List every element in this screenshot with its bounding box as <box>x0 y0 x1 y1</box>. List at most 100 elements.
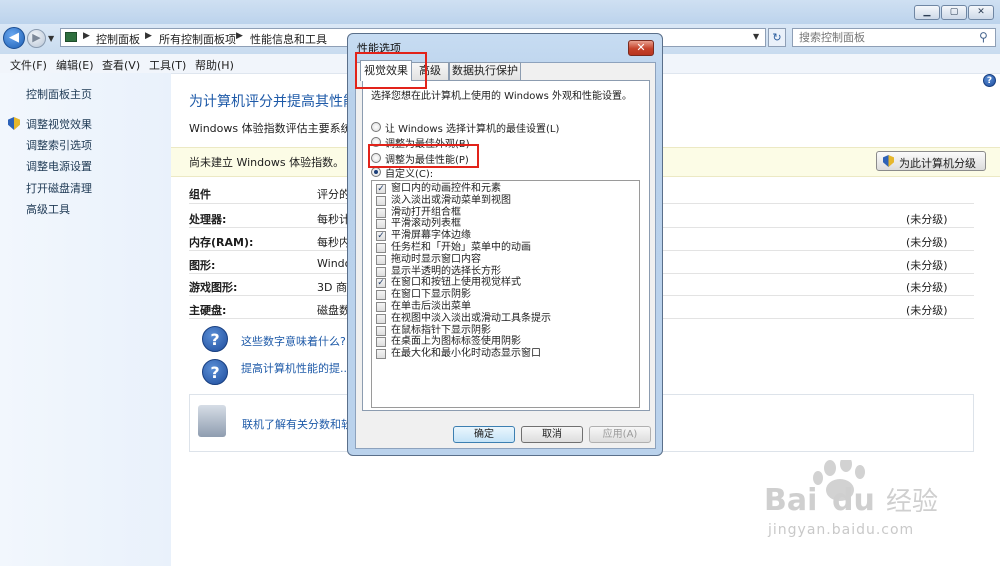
row-score-hdd: (未分级) <box>906 304 948 317</box>
option-label: 在最大化和最小化时动态显示窗口 <box>391 348 541 360</box>
option-label: 在视图中淡入淡出或滑动工具条提示 <box>391 312 551 324</box>
breadcrumb-separator-icon: ▶ <box>83 31 90 41</box>
help-icon[interactable]: ? <box>983 74 996 87</box>
menu-file[interactable]: 文件(F) <box>10 57 47 73</box>
address-dropdown-icon[interactable]: ▼ <box>753 32 759 41</box>
option-checkbox[interactable] <box>376 349 386 360</box>
sidebar-item-indexing[interactable]: 调整索引选项 <box>26 137 92 153</box>
option-checkbox[interactable] <box>376 313 386 324</box>
highlight-box <box>355 52 427 89</box>
option-checkbox[interactable] <box>376 219 386 230</box>
option-checkbox[interactable] <box>376 207 386 218</box>
option-label: 平滑滚动列表框 <box>391 218 461 230</box>
option-checkbox[interactable] <box>376 243 386 253</box>
shield-icon <box>883 155 894 167</box>
page-description: Windows 体验指数评估主要系统组 <box>189 122 363 135</box>
sidebar-item-disk-cleanup[interactable]: 打开磁盘清理 <box>26 180 92 196</box>
option-checkbox[interactable] <box>376 325 386 336</box>
option-checkbox[interactable]: ✓ <box>376 184 386 194</box>
online-link[interactable]: 联机了解有关分数和软件 <box>242 416 363 432</box>
option-label: 窗口内的动画控件和元素 <box>391 183 501 194</box>
row-label-cpu: 处理器: <box>189 213 227 226</box>
rate-button-label: 为此计算机分级 <box>899 157 976 170</box>
control-panel-icon <box>65 32 77 42</box>
highlight-box <box>368 144 479 168</box>
ok-button[interactable]: 确定 <box>453 426 515 443</box>
radio-label-let-windows: 让 Windows 选择计算机的最佳设置(L) <box>385 124 560 135</box>
watermark-brand2: du <box>832 483 875 518</box>
option-checkbox[interactable] <box>376 254 386 265</box>
forward-button[interactable]: ▶ <box>27 29 46 48</box>
sidebar-item-advanced-tools[interactable]: 高级工具 <box>26 201 70 217</box>
radio-let-windows[interactable] <box>371 122 381 132</box>
menu-edit[interactable]: 编辑(E) <box>56 57 94 73</box>
cancel-button[interactable]: 取消 <box>521 426 583 443</box>
row-desc-cpu: 每秒计 <box>317 213 350 226</box>
window-titlebar <box>0 0 1000 24</box>
option-checkbox[interactable] <box>376 290 386 301</box>
option-label: 显示半透明的选择长方形 <box>391 265 501 277</box>
search-icon[interactable]: ⚲ <box>979 30 988 44</box>
question-icon: ? <box>202 359 228 385</box>
minimize-button[interactable]: ▁ <box>914 5 940 20</box>
back-button[interactable]: ◀ <box>3 27 25 49</box>
option-label: 在鼠标指针下显示阴影 <box>391 324 491 336</box>
option-label: 淡入淡出或滑动菜单到视图 <box>391 194 511 206</box>
refresh-icon[interactable]: ↻ <box>768 28 786 47</box>
maximize-button[interactable]: ▢ <box>941 5 967 20</box>
close-window-button[interactable]: ✕ <box>968 5 994 20</box>
baidu-watermark: Bai du 经验 <box>764 460 938 518</box>
option-checkbox[interactable] <box>376 302 386 312</box>
search-field[interactable]: ⚲ <box>792 28 996 47</box>
option-label: 在窗口下显示阴影 <box>391 289 471 301</box>
breadcrumb-performance[interactable]: 性能信息和工具 <box>250 31 327 47</box>
row-desc-hdd: 磁盘数 <box>317 304 350 317</box>
help-link-improve[interactable]: 提高计算机性能的提... <box>241 360 351 376</box>
close-icon[interactable]: ✕ <box>628 40 654 56</box>
menu-tools[interactable]: 工具(T) <box>149 57 186 73</box>
software-box-icon <box>198 405 226 437</box>
row-score-graphics: (未分级) <box>906 259 948 272</box>
history-dropdown-icon[interactable]: ▼ <box>48 34 54 43</box>
row-desc-ram: 每秒内 <box>317 236 350 249</box>
option-label: 任务栏和「开始」菜单中的动画 <box>391 242 531 253</box>
radio-custom[interactable] <box>371 167 381 177</box>
tab-dep[interactable]: 数据执行保护 <box>449 62 521 80</box>
row-label-hdd: 主硬盘: <box>189 304 227 317</box>
sidebar-item-visual-effects[interactable]: 调整视觉效果 <box>26 116 92 132</box>
breadcrumb-control-panel[interactable]: 控制面板 <box>96 31 140 47</box>
option-label: 在单击后淡出菜单 <box>391 301 471 312</box>
watermark-brand: Bai <box>764 483 817 518</box>
option-label: 在窗口和按钮上使用视觉样式 <box>391 277 521 289</box>
menu-view[interactable]: 查看(V) <box>102 57 140 73</box>
breadcrumb-separator-icon: ▶ <box>145 31 152 41</box>
row-label-gaming-graphics: 游戏图形: <box>189 281 238 294</box>
option-checkbox[interactable] <box>376 337 386 348</box>
option-checkbox[interactable] <box>376 266 386 277</box>
row-score-cpu: (未分级) <box>906 213 948 226</box>
rate-computer-button[interactable]: 为此计算机分级 <box>876 151 986 171</box>
apply-button[interactable]: 应用(A) <box>589 426 651 443</box>
option-checkbox[interactable]: ✓ <box>376 278 386 289</box>
option-checkbox[interactable]: ✓ <box>376 231 386 242</box>
menu-help[interactable]: 帮助(H) <box>195 57 234 73</box>
breadcrumb-all-items[interactable]: 所有控制面板项 <box>159 31 236 47</box>
status-text: 尚未建立 Windows 体验指数。 <box>189 156 345 169</box>
sidebar-item-power[interactable]: 调整电源设置 <box>26 158 92 174</box>
instruction-text: 选择您想在此计算机上使用的 Windows 外观和性能设置。 <box>371 91 632 102</box>
option-checkbox[interactable] <box>376 195 386 206</box>
watermark-url: jingyan.baidu.com <box>768 522 915 538</box>
option-label: 在桌面上为图标标签使用阴影 <box>391 336 521 348</box>
row-score-ram: (未分级) <box>906 236 948 249</box>
sidebar-item-home[interactable]: 控制面板主页 <box>26 86 92 102</box>
row-label-ram: 内存(RAM): <box>189 236 254 249</box>
breadcrumb-separator-icon: ▶ <box>236 31 243 41</box>
help-link-numbers[interactable]: 这些数字意味着什么? <box>241 333 346 349</box>
watermark-cn: 经验 <box>886 487 938 517</box>
row-score-gaming-graphics: (未分级) <box>906 281 948 294</box>
option-label: 平滑屏幕字体边缘 <box>391 230 471 242</box>
search-input[interactable] <box>799 30 969 45</box>
column-header-component: 组件 <box>189 188 211 201</box>
option-label: 拖动时显示窗口内容 <box>391 253 481 265</box>
page-title: 为计算机评分并提高其性能 <box>189 94 357 110</box>
